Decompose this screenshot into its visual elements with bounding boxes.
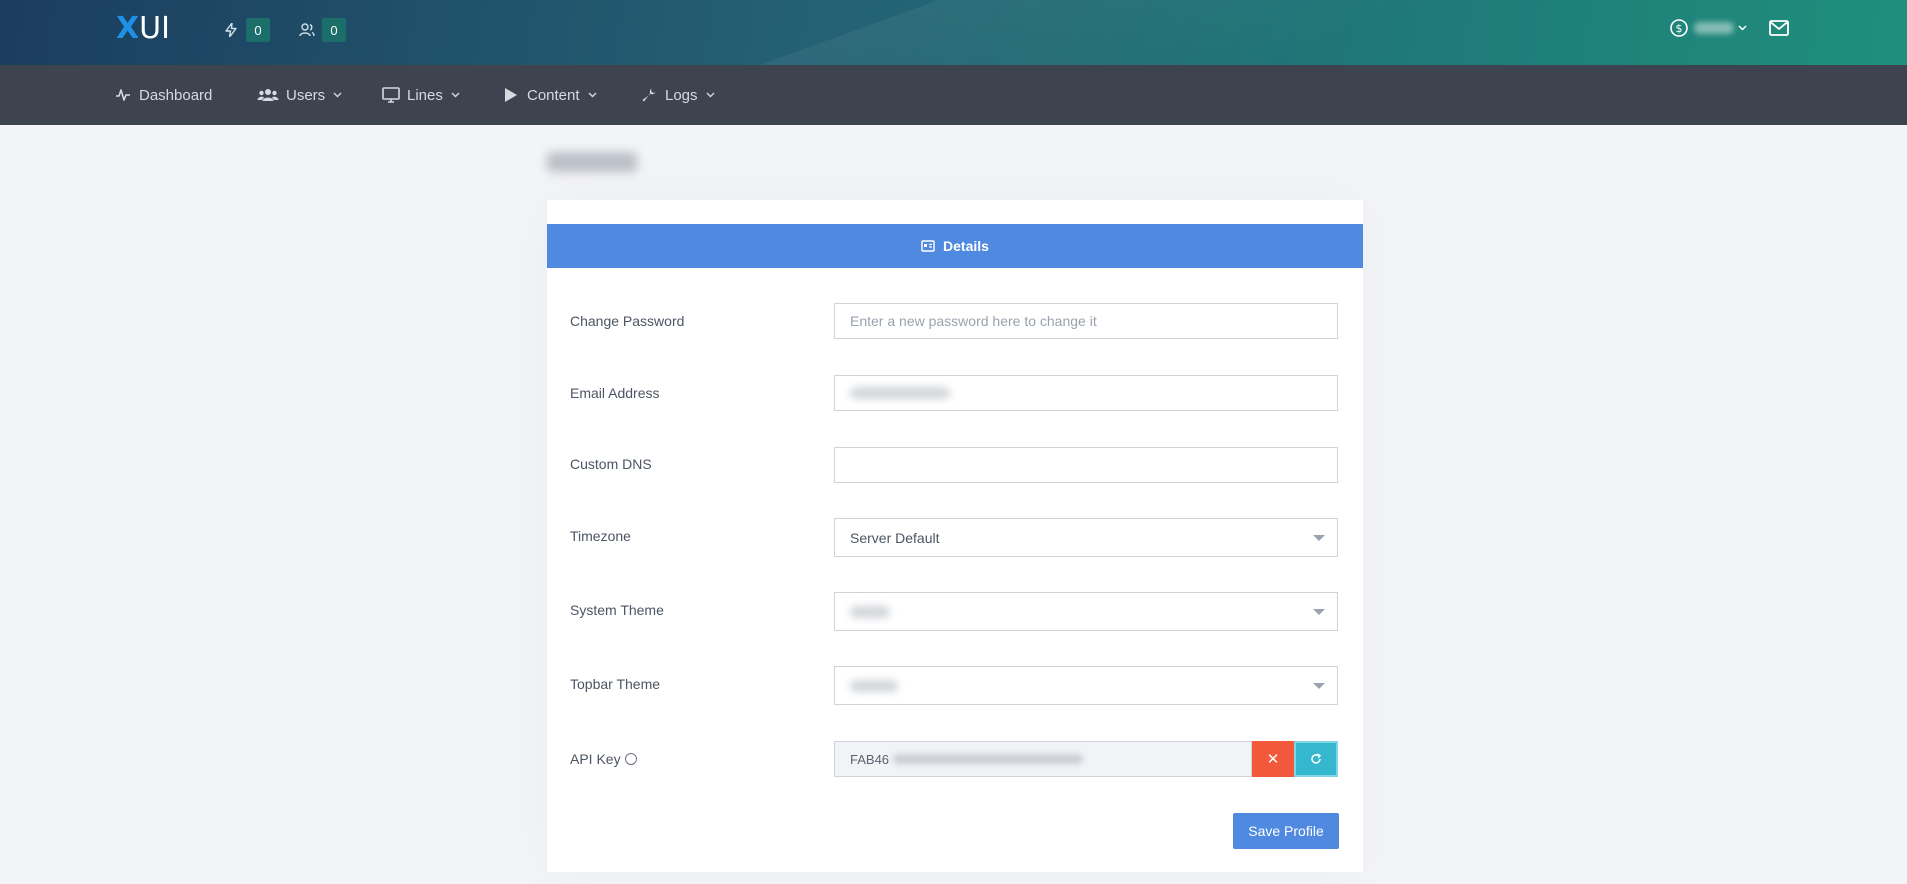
timezone-label: Timezone	[570, 528, 631, 544]
save-profile-button[interactable]: Save Profile	[1233, 813, 1339, 849]
wrench-icon	[640, 86, 658, 104]
topbar-theme-value-redacted	[850, 679, 898, 692]
api-key-field[interactable]: FAB46	[834, 741, 1252, 777]
chevron-down-icon	[706, 90, 716, 100]
connections-counter[interactable]: 0	[220, 18, 270, 42]
users-badge: 0	[322, 18, 346, 42]
refresh-icon	[1310, 753, 1322, 765]
api-key-redacted	[893, 754, 1084, 764]
clear-api-key-button[interactable]: ✕	[1252, 741, 1294, 777]
api-key-label-group: API Key	[570, 751, 637, 767]
change-password-label: Change Password	[570, 313, 685, 329]
app-logo[interactable]: XUI	[116, 13, 170, 45]
tab-details[interactable]: Details	[547, 224, 1363, 268]
chevron-down-icon	[588, 90, 598, 100]
system-theme-select[interactable]	[834, 592, 1338, 631]
caret-down-icon	[1313, 683, 1325, 689]
caret-down-icon	[1313, 535, 1325, 541]
caret-down-icon	[1313, 609, 1325, 615]
username-redacted	[1694, 22, 1734, 34]
nav-lines[interactable]: Lines	[382, 65, 461, 125]
timezone-value: Server Default	[850, 529, 940, 546]
email-value-redacted	[850, 387, 950, 399]
change-password-placeholder: Enter a new password here to change it	[850, 313, 1097, 329]
close-icon: ✕	[1266, 751, 1280, 768]
logo-x: X	[116, 11, 140, 46]
info-circle-icon[interactable]	[624, 753, 637, 765]
svg-text:$: $	[1676, 22, 1683, 35]
activity-icon	[114, 86, 132, 104]
nav-users[interactable]: Users	[257, 65, 343, 125]
system-theme-label: System Theme	[570, 602, 664, 618]
nav-dashboard[interactable]: Dashboard	[114, 65, 212, 125]
id-card-icon	[921, 239, 935, 253]
dollar-circle-icon: $	[1670, 19, 1688, 37]
topbar-theme-select[interactable]	[834, 666, 1338, 705]
email-label: Email Address	[570, 385, 660, 401]
timezone-select[interactable]: Server Default	[834, 518, 1338, 557]
topbar-theme-label: Topbar Theme	[570, 676, 661, 692]
custom-dns-input[interactable]	[834, 447, 1338, 483]
chevron-down-icon	[333, 90, 343, 100]
nav-dashboard-label: Dashboard	[139, 86, 213, 104]
monitor-icon	[382, 86, 400, 104]
users-outline-icon	[296, 19, 318, 41]
nav-logs[interactable]: Logs	[640, 65, 716, 125]
page-title-redacted	[547, 152, 637, 172]
nav-content[interactable]: Content	[502, 65, 598, 125]
bolt-icon	[220, 19, 242, 41]
chevron-down-icon	[1738, 25, 1747, 31]
play-icon	[502, 86, 520, 104]
api-key-value: FAB46	[850, 751, 890, 767]
custom-dns-label: Custom DNS	[570, 456, 652, 472]
connections-badge: 0	[246, 18, 270, 42]
mail-icon	[1769, 20, 1789, 36]
users-icon	[257, 86, 279, 104]
user-menu[interactable]: $	[1670, 19, 1747, 37]
nav-content-label: Content	[527, 86, 580, 104]
tab-details-label: Details	[943, 238, 989, 254]
nav-logs-label: Logs	[665, 86, 698, 104]
nav-lines-label: Lines	[407, 86, 443, 104]
nav-users-label: Users	[286, 86, 326, 104]
topbar	[0, 0, 1907, 65]
system-theme-value-redacted	[850, 605, 890, 618]
topbar-background	[0, 0, 1907, 65]
messages-button[interactable]	[1769, 20, 1789, 36]
chevron-down-icon	[451, 90, 461, 100]
change-password-input[interactable]: Enter a new password here to change it	[834, 303, 1338, 339]
regenerate-api-key-button[interactable]	[1294, 741, 1338, 777]
api-key-label: API Key	[570, 751, 621, 767]
email-field[interactable]	[834, 375, 1338, 411]
logo-ui: UI	[139, 11, 170, 46]
users-counter[interactable]: 0	[296, 18, 346, 42]
